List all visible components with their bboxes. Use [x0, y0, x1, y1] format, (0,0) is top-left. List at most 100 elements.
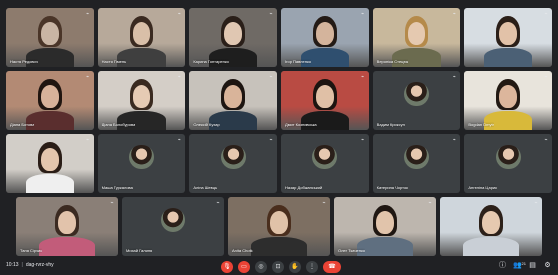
mic-off-icon[interactable]: 🎙	[221, 260, 233, 273]
present-icon[interactable]: ⊡	[272, 260, 284, 273]
participant-tile[interactable]: ⌁ Настя Гімень	[97, 8, 186, 67]
meeting-code[interactable]: dag-rvrz-vhy	[26, 262, 54, 268]
participant-name: Anita Chotk	[232, 248, 253, 253]
side-panel-controls: ⓘ 👥 21 ▤ ⚙	[498, 261, 552, 271]
avatar	[404, 144, 429, 170]
meet-window: ⌁ Настя Редович ⌁ Настя Гімень ⌁ Карина Гопта…	[0, 0, 558, 275]
participant-name: Вадим Криксун	[376, 122, 405, 127]
mic-muted-icon: ⌁	[269, 11, 273, 17]
participant-tile[interactable]: ⌁ Аліна Шевць	[189, 134, 277, 193]
mic-muted-icon: ⌁	[544, 11, 548, 17]
participant-tile[interactable]: ⌁ Маша Гуркалова	[97, 134, 186, 193]
participant-body	[25, 48, 74, 67]
mic-muted-icon: ⌁	[177, 11, 181, 17]
mic-muted-icon: ⌁	[534, 200, 538, 206]
participant-tile[interactable]: ⌁ Таня Сірчик	[16, 197, 118, 256]
participant-face	[224, 22, 242, 45]
mic-muted-icon: ⌁	[86, 74, 90, 80]
participant-tile[interactable]: ⌁ Вероніка Стецюк	[372, 8, 461, 67]
participant-grid: ⌁ Настя Редович ⌁ Настя Гімень ⌁ Карина Гопта…	[6, 8, 552, 256]
chat-icon[interactable]: ▤	[528, 261, 537, 271]
participant-body	[250, 237, 308, 256]
participant-tile[interactable]: ⌁ Anita Chotk	[228, 197, 330, 256]
participant-face	[40, 85, 59, 108]
camera-icon[interactable]: ▭	[238, 260, 250, 273]
participant-face	[224, 85, 242, 108]
mic-muted-icon: ⌁	[322, 200, 326, 206]
meeting-details: 10:13 | dag-rvrz-vhy	[6, 262, 54, 268]
participant-face	[315, 22, 334, 45]
mic-muted-icon: ⌁	[361, 137, 365, 143]
participant-name: Вероніка Стецюк	[376, 59, 409, 64]
participant-body	[392, 48, 441, 67]
participant-tile[interactable]: ⌁	[6, 134, 94, 193]
hand-icon[interactable]: ✋	[289, 260, 301, 273]
mic-muted-icon: ⌁	[269, 74, 273, 80]
participant-name: Bogdan Dmytr	[468, 122, 494, 127]
participant-face	[315, 85, 334, 108]
video-feed	[464, 8, 552, 67]
meeting-time: 10:13	[6, 262, 19, 268]
participant-face	[132, 22, 151, 45]
mic-muted-icon: ⌁	[86, 137, 90, 143]
avatar	[160, 207, 186, 233]
participant-name: Дмит Кознивська	[285, 122, 317, 127]
participant-face	[499, 22, 517, 45]
mic-muted-icon: ⌁	[86, 11, 90, 17]
participant-tile[interactable]: ⌁ Карина Гоптаренко	[189, 8, 277, 67]
participant-face	[270, 211, 288, 234]
participant-name: Діана Ботова	[10, 122, 35, 127]
people-button[interactable]: 👥 21	[513, 261, 526, 271]
participant-tile[interactable]: ⌁ Bogdan Dmytr	[464, 71, 552, 130]
info-icon[interactable]: ⓘ	[498, 261, 507, 271]
avatar	[404, 81, 429, 107]
avatar	[312, 144, 338, 170]
separator: |	[21, 262, 23, 268]
participant-face	[58, 211, 76, 234]
participant-name: Катерина Чорток	[376, 185, 408, 190]
participant-body	[117, 48, 166, 67]
mic-muted-icon: ⌁	[452, 137, 456, 143]
participant-tile[interactable]: ⌁ Діана Болобурова	[97, 71, 186, 130]
participant-name: Аліна Шевць	[193, 185, 218, 190]
mic-muted-icon: ⌁	[361, 11, 365, 17]
avatar	[129, 144, 154, 170]
participant-name: Маша Гуркалова	[101, 185, 133, 190]
participant-tile[interactable]: ⌁ Вадим Криксун	[372, 71, 461, 130]
participant-tile[interactable]: ⌁ Ангеліна Царик	[464, 134, 552, 193]
participant-tile[interactable]: ⌁	[464, 8, 552, 67]
participant-body	[462, 237, 520, 256]
participant-tile[interactable]: ⌁	[440, 197, 542, 256]
participant-tile[interactable]: ⌁ Дмит Кознивська	[281, 71, 369, 130]
mic-muted-icon: ⌁	[452, 11, 456, 17]
participant-body	[25, 111, 74, 130]
end-call-icon[interactable]: ☎	[323, 260, 341, 273]
participant-tile[interactable]: ⌁ Олексій Кухар	[189, 71, 277, 130]
participant-body	[300, 48, 349, 67]
mic-muted-icon: ⌁	[177, 137, 181, 143]
participant-face	[132, 85, 151, 108]
participant-tile[interactable]: ⌁ Михай Галиня	[122, 197, 224, 256]
participant-name: Михай Галиня	[126, 248, 153, 253]
participant-body	[209, 48, 258, 67]
participant-body	[209, 111, 258, 130]
captions-icon[interactable]: ◎	[255, 260, 267, 273]
participant-face	[407, 22, 426, 45]
participant-tile[interactable]: ⌁ Настя Редович	[6, 8, 94, 67]
participant-tile[interactable]: ⌁ Назар Добжанський	[281, 134, 369, 193]
more-icon[interactable]: ⋮	[306, 260, 318, 273]
participant-name: Настя Гімень	[101, 59, 127, 64]
participant-tile[interactable]: ⌁ Ігор Павленко	[281, 8, 369, 67]
participant-tile[interactable]: ⌁ Діана Ботова	[6, 71, 94, 130]
participant-name: Ангеліна Царик	[468, 185, 497, 190]
participant-body	[25, 174, 74, 193]
participant-tile[interactable]: ⌁ Катерина Чорток	[372, 134, 461, 193]
video-feed	[440, 197, 542, 256]
participant-body	[38, 237, 96, 256]
participant-name: Карина Гоптаренко	[193, 59, 229, 64]
mic-muted-icon: ⌁	[216, 200, 220, 206]
participant-name: Таня Сірчик	[20, 248, 42, 253]
participant-name: Олег Ткаченко	[338, 248, 365, 253]
activities-icon[interactable]: ⚙	[543, 261, 552, 271]
participant-tile[interactable]: ⌁ Олег Ткаченко	[334, 197, 436, 256]
